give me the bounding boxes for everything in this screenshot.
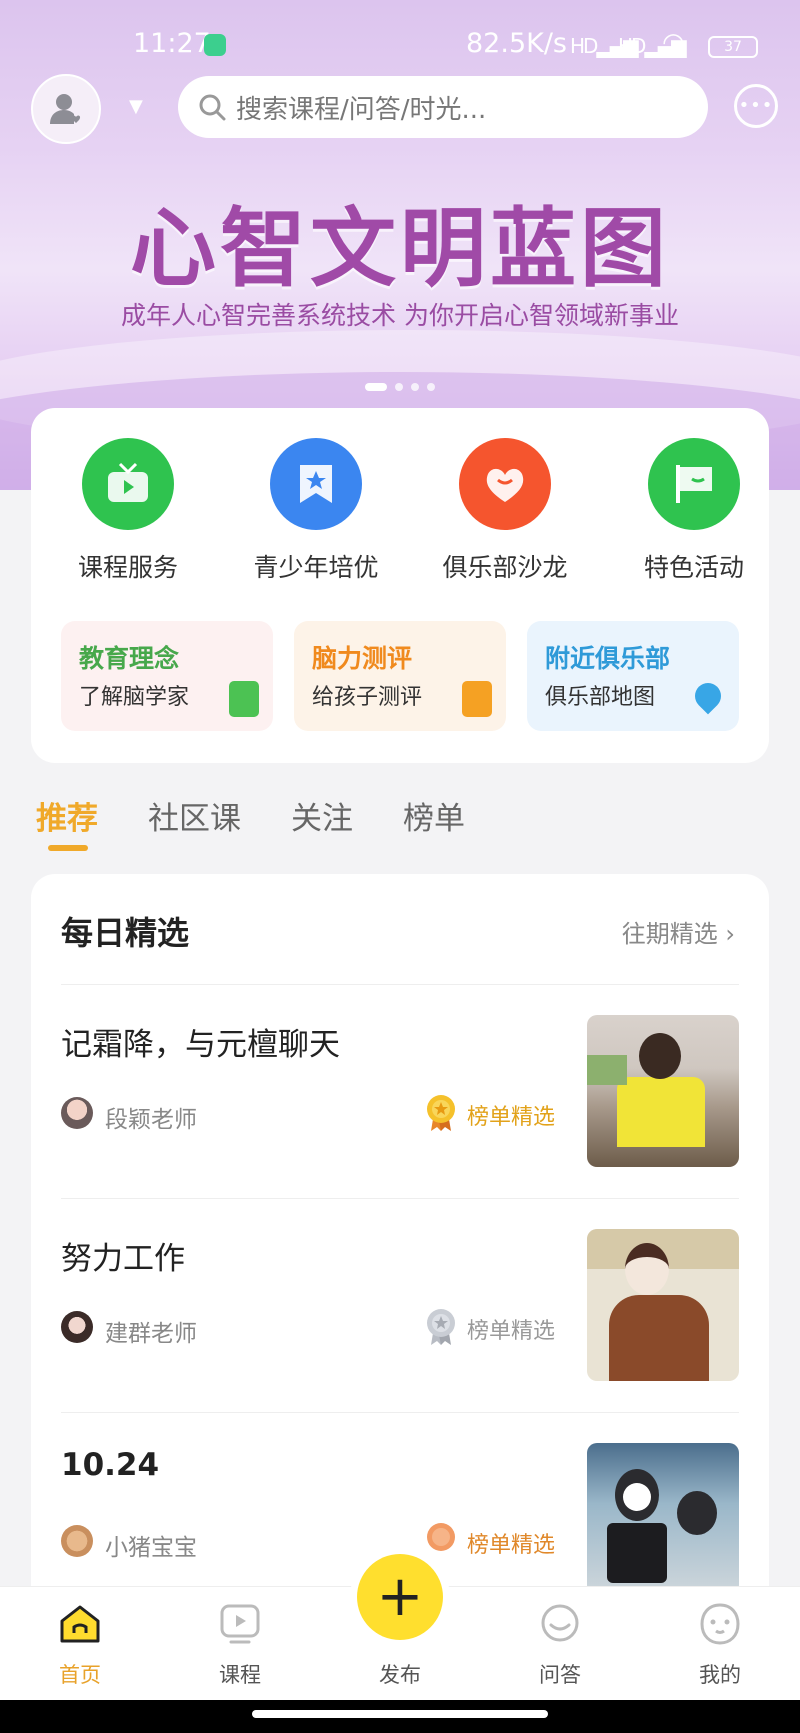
photo-penguin-face xyxy=(623,1483,651,1511)
network-speed: 82.5K/s xyxy=(466,28,567,59)
search-bar[interactable]: 搜索课程/问答/时光... xyxy=(178,76,708,138)
silver-medal-icon xyxy=(427,1309,455,1345)
entry-label: 特色活动 xyxy=(643,553,744,582)
entry-course-service[interactable]: 课程服务 xyxy=(43,438,213,584)
banner-subtitle: 成年人心智完善系统技术 为你开启心智领域新事业 xyxy=(121,301,679,330)
entry-club-salon[interactable]: 俱乐部沙龙 xyxy=(420,438,590,584)
gesture-bar xyxy=(0,1700,800,1733)
author-name: 小猪宝宝 xyxy=(105,1535,197,1561)
tab-ranking[interactable]: 榜单 xyxy=(403,793,465,838)
ranking-badge: 榜单精选 xyxy=(467,1105,556,1130)
ranking-badge: 榜单精选 xyxy=(467,1319,556,1344)
tab-following[interactable]: 关注 xyxy=(291,793,353,838)
user-heart-icon xyxy=(50,94,81,124)
photo-face xyxy=(625,1243,669,1295)
photo-shirt xyxy=(617,1077,705,1147)
home-indicator[interactable] xyxy=(252,1710,548,1718)
nav-label: 我的 xyxy=(699,1663,741,1687)
photo-penguin xyxy=(677,1491,717,1535)
search-placeholder: 搜索课程/问答/时光... xyxy=(236,94,487,125)
home-icon xyxy=(57,1601,103,1647)
plus-icon: + xyxy=(376,1564,424,1629)
message-icon[interactable]: ••• xyxy=(734,84,778,128)
status-bar: 11:27 82.5K/s HD▂▄▆ HD▂▄▆ ◠ 37 xyxy=(0,28,800,64)
nav-mine[interactable]: 我的 xyxy=(665,1601,775,1689)
wifi-icon: ◠ xyxy=(662,28,685,58)
entry-special-activity[interactable]: 特色活动 xyxy=(609,438,779,584)
nav-home[interactable]: 首页 xyxy=(25,1601,135,1689)
photo-head xyxy=(639,1033,681,1079)
nav-qa[interactable]: 问答 xyxy=(505,1601,615,1689)
gold-medal-icon xyxy=(427,1095,455,1131)
nav-label: 发布 xyxy=(379,1663,421,1687)
post-thumbnail xyxy=(587,1229,739,1381)
nav-course[interactable]: 课程 xyxy=(185,1601,295,1689)
account-dropdown-icon[interactable]: ▼ xyxy=(129,96,143,117)
daily-picks-card: 每日精选 往期精选 › 记霜降，与元檀聊天 段颖老师 榜单精选 努力工作 建群老… xyxy=(31,874,769,1614)
quick-entry-card: 课程服务 青少年培优 俱乐部沙龙 特色活动 教育理念 了解脑学家 脑力测评 给孩… xyxy=(31,408,769,763)
tab-community-course[interactable]: 社区课 xyxy=(148,793,241,838)
chevron-right-icon: › xyxy=(725,920,735,948)
tv-icon xyxy=(82,438,174,530)
book-icon xyxy=(229,681,259,717)
entry-label: 课程服务 xyxy=(77,553,178,582)
entry-label: 青少年培优 xyxy=(253,553,379,582)
post-item[interactable]: 努力工作 建群老师 榜单精选 xyxy=(31,1199,769,1412)
pagination-dot xyxy=(427,383,435,391)
pagination-dot xyxy=(365,383,387,391)
feed-tabs: 推荐 社区课 关注 榜单 xyxy=(36,793,515,851)
past-picks-link[interactable]: 往期精选 › xyxy=(622,914,735,949)
nav-label: 首页 xyxy=(59,1663,101,1687)
banner-title: 心智文明蓝图 xyxy=(130,198,670,299)
post-title: 努力工作 xyxy=(61,1241,185,1277)
photo-stand xyxy=(607,1523,667,1583)
search-icon xyxy=(199,94,226,121)
tile-brain-assessment[interactable]: 脑力测评 给孩子测评 xyxy=(294,621,506,731)
tile-title: 教育理念 xyxy=(79,644,180,673)
smile-bubble-icon xyxy=(537,1601,583,1647)
status-time: 11:27 xyxy=(133,28,211,59)
bookmark-star-icon xyxy=(270,438,362,530)
user-avatar-button[interactable] xyxy=(31,74,101,144)
author-avatar xyxy=(61,1097,93,1129)
nav-label: 课程 xyxy=(219,1663,261,1687)
author-avatar xyxy=(61,1311,93,1343)
document-icon xyxy=(462,681,492,717)
face-icon xyxy=(697,1601,743,1647)
pagination-dot xyxy=(395,383,403,391)
ranking-badge: 榜单精选 xyxy=(467,1533,556,1558)
flag-icon xyxy=(648,438,740,530)
play-screen-icon xyxy=(217,1601,263,1647)
publish-plus-button[interactable]: + xyxy=(357,1554,443,1640)
post-thumbnail xyxy=(587,1015,739,1167)
bronze-medal-icon xyxy=(427,1523,455,1551)
app-notification-icon xyxy=(204,34,226,56)
battery-icon: 37 xyxy=(708,36,758,58)
photo-dress xyxy=(609,1295,709,1381)
post-item[interactable]: 记霜降，与元檀聊天 段颖老师 榜单精选 xyxy=(31,985,769,1198)
photo-plant xyxy=(587,1055,627,1085)
post-thumbnail xyxy=(587,1443,739,1595)
post-title: 10.24 xyxy=(61,1447,160,1483)
tile-title: 附近俱乐部 xyxy=(545,644,671,673)
banner-pagination xyxy=(365,383,435,391)
entry-label: 俱乐部沙龙 xyxy=(442,553,568,582)
entry-youth-training[interactable]: 青少年培优 xyxy=(231,438,401,584)
tile-title: 脑力测评 xyxy=(312,644,413,673)
tile-education-philosophy[interactable]: 教育理念 了解脑学家 xyxy=(61,621,273,731)
nav-label: 问答 xyxy=(539,1663,581,1687)
author-avatar xyxy=(61,1525,93,1557)
daily-picks-title: 每日精选 xyxy=(61,914,190,952)
post-title: 记霜降，与元檀聊天 xyxy=(61,1027,340,1063)
tile-nearby-club[interactable]: 附近俱乐部 俱乐部地图 xyxy=(527,621,739,731)
heart-face-icon xyxy=(459,438,551,530)
pagination-dot xyxy=(411,383,419,391)
tab-recommend[interactable]: 推荐 xyxy=(36,793,98,851)
author-name: 建群老师 xyxy=(105,1321,197,1347)
author-name: 段颖老师 xyxy=(105,1107,197,1133)
